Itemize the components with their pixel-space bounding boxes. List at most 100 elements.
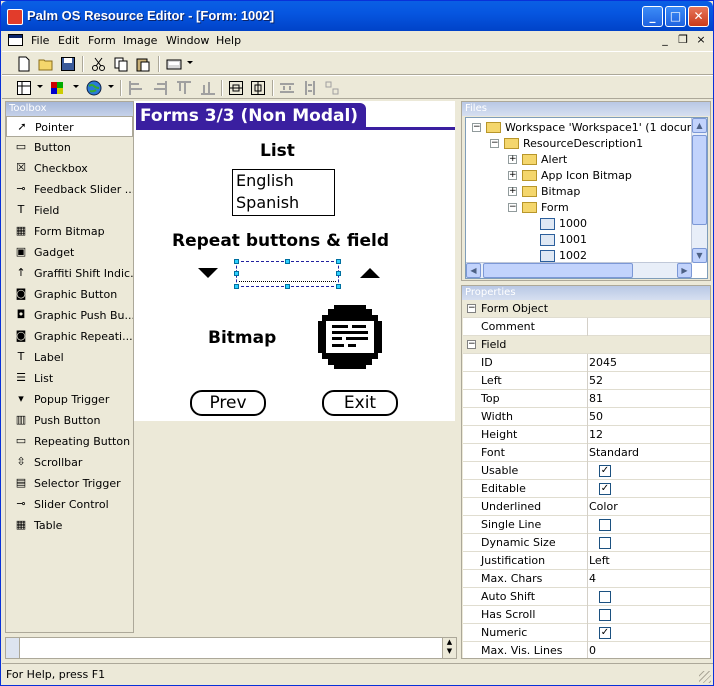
tree-vertical-scrollbar[interactable]: ▲ ▼ [691,118,707,263]
tree-item[interactable]: 1001 [466,232,691,248]
property-checkbox[interactable]: ✓ [599,465,611,477]
property-value[interactable]: Standard [589,446,639,459]
palm-form[interactable]: Forms 3/3 (Non Modal) List English Spani… [134,101,455,421]
menu-help[interactable]: Help [216,34,241,47]
title-bar[interactable]: Palm OS Resource Editor - [Form: 1002] _… [1,1,713,31]
property-value[interactable]: 12 [589,428,603,441]
bitmap-label[interactable]: Bitmap [208,328,276,348]
list-item[interactable]: English [233,170,334,192]
cut-icon[interactable] [91,56,107,72]
save-icon[interactable] [60,56,76,72]
toolbox-item[interactable]: ⊸ Slider Control [6,494,133,515]
toolbox-item[interactable]: T Field [6,200,133,221]
scroll-right-button[interactable]: ▶ [677,263,692,278]
toolbox-item[interactable]: ◙ Graphic Button [6,284,133,305]
selected-field[interactable] [234,259,341,289]
list-item[interactable]: Spanish [233,192,334,214]
menu-window[interactable]: Window [166,34,209,47]
resize-handle[interactable] [336,271,341,276]
align-top-icon[interactable] [176,80,192,96]
property-row[interactable]: Dynamic Size [463,534,710,552]
resize-handle[interactable] [285,259,290,264]
property-value[interactable]: 81 [589,392,603,405]
align-left-icon[interactable] [128,80,144,96]
tree-item[interactable]: + Bitmap [466,184,691,200]
prev-button[interactable]: Prev [190,390,266,416]
toolbox-item[interactable]: ☒ Checkbox [6,158,133,179]
resize-handle[interactable] [234,284,239,289]
close-button[interactable]: ✕ [688,6,709,27]
property-value[interactable]: Left [589,554,610,567]
toolbox-item[interactable]: ▣ Gadget [6,242,133,263]
toolbox-item[interactable]: ◙ Graphic Repeati... [6,326,133,347]
tree-item[interactable]: − ResourceDescription1 [466,136,691,152]
toolbox-item[interactable]: ➚ Pointer [6,116,133,137]
property-checkbox[interactable]: ✓ [599,627,611,639]
center-vertical-icon[interactable] [228,80,244,96]
align-right-icon[interactable] [152,80,168,96]
property-value[interactable]: 0 [589,644,596,657]
expand-icon[interactable]: + [508,155,517,164]
collapse-icon[interactable]: − [472,123,481,132]
toolbox-item[interactable]: ⊸ Feedback Slider ... [6,179,133,200]
collapse-icon[interactable]: − [467,304,476,313]
property-value[interactable]: 50 [589,410,603,423]
property-value[interactable]: 4 [589,572,596,585]
menu-edit[interactable]: Edit [58,34,79,47]
minimize-button[interactable]: _ [642,6,663,27]
toolbox-item[interactable]: ▤ Selector Trigger [6,473,133,494]
device-icon[interactable] [166,56,182,72]
mdi-close-button[interactable]: × [694,34,708,47]
property-checkbox[interactable] [599,591,611,603]
toolbox-item[interactable]: ▥ Push Button [6,410,133,431]
document-window-icon[interactable] [8,34,23,46]
property-row[interactable]: Numeric ✓ [463,624,710,642]
repeat-up-button[interactable] [360,268,380,278]
property-row[interactable]: Editable ✓ [463,480,710,498]
maximize-button[interactable]: □ [665,6,686,27]
color-dropdown-icon[interactable] [73,85,79,88]
grid-dropdown-icon[interactable] [37,85,43,88]
property-checkbox[interactable] [599,537,611,549]
language-list[interactable]: English Spanish [232,169,335,216]
toolbox-item[interactable]: ▦ Form Bitmap [6,221,133,242]
property-category[interactable]: − Form Object [463,300,710,318]
grid-icon[interactable] [16,80,32,96]
collapse-icon[interactable]: − [490,139,499,148]
toolbox-item[interactable]: T Label [6,347,133,368]
form-bitmap-image[interactable] [314,301,386,373]
property-row[interactable]: Top 81 [463,390,710,408]
resize-handle[interactable] [285,284,290,289]
toolbox-item[interactable]: ▭ Repeating Button [6,431,133,452]
property-category[interactable]: − Field [463,336,710,354]
space-horizontal-icon[interactable] [279,80,295,96]
exit-button[interactable]: Exit [322,390,398,416]
property-row[interactable]: Max. Chars 4 [463,570,710,588]
language-dropdown-icon[interactable] [108,85,114,88]
resize-grip-icon[interactable] [699,671,711,683]
scroll-left-button[interactable]: ◀ [466,263,481,278]
mdi-minimize-button[interactable]: _ [658,34,672,47]
toolbox-item[interactable]: ⇳ Scrollbar [6,452,133,473]
property-row[interactable]: Single Line [463,516,710,534]
menu-form[interactable]: Form [88,34,116,47]
property-value[interactable]: 52 [589,374,603,387]
repeat-label[interactable]: Repeat buttons & field [172,231,389,251]
property-row[interactable]: Usable ✓ [463,462,710,480]
property-row[interactable]: Justification Left [463,552,710,570]
align-bottom-icon[interactable] [200,80,216,96]
property-checkbox[interactable] [599,519,611,531]
open-folder-icon[interactable] [38,56,54,72]
collapse-icon[interactable]: − [467,340,476,349]
toolbox-item[interactable]: ▭ Button [6,137,133,158]
output-panel[interactable]: ▲ ▼ [5,637,457,659]
property-value[interactable]: 2045 [589,356,617,369]
list-label[interactable]: List [260,141,295,161]
output-tab[interactable] [6,638,20,658]
collapse-icon[interactable]: − [508,203,517,212]
property-row[interactable]: Max. Vis. Lines 0 [463,642,710,658]
device-dropdown-icon[interactable] [187,61,193,64]
property-checkbox[interactable] [599,609,611,621]
property-row[interactable]: Auto Shift [463,588,710,606]
color-icon[interactable] [50,80,66,96]
